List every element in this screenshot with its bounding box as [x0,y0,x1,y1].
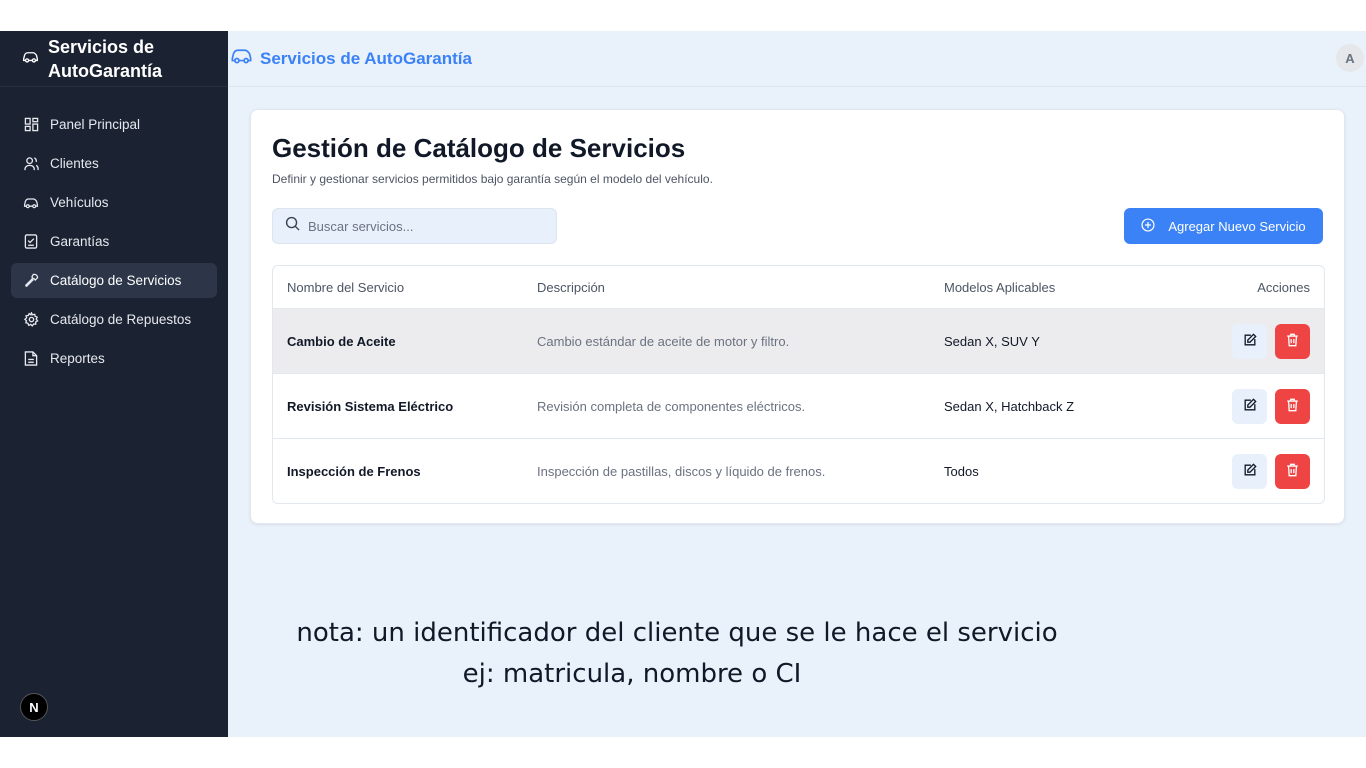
car-icon [22,194,40,212]
column-header-actions: Acciones [1257,279,1310,295]
brand: Servicios de AutoGarantía [0,31,228,87]
service-models: Sedan X, Hatchback Z [944,398,1075,414]
plus-circle-icon [1141,217,1168,235]
edit-button[interactable] [1232,454,1267,489]
note-line-1: nota: un identificador del cliente que s… [296,618,1058,648]
sidebar-item-clientes[interactable]: Clientes [11,146,217,181]
edit-icon [1243,463,1257,480]
service-catalog-card: Gestión de Catálogo de Servicios Definir… [250,109,1345,524]
column-header-name[interactable]: Nombre del Servicio [273,280,537,295]
dev-badge[interactable]: N [20,693,48,721]
dashboard-icon [22,116,40,134]
document-icon [22,350,40,368]
column-header-description[interactable]: Descripción [537,280,944,295]
edit-icon [1243,397,1257,415]
table-row[interactable]: Cambio de Aceite Cambio estándar de acei… [273,309,1324,374]
topbar: Servicios de AutoGarantía A [228,31,1366,87]
edit-button[interactable] [1232,323,1267,359]
column-header-models[interactable]: Modelos Aplicables [944,280,1144,295]
sidebar-item-label: Catálogo de Repuestos [50,312,192,327]
checklist-icon [22,233,40,251]
sidebar-item-vehiculos[interactable]: Vehículos [11,185,217,220]
edit-icon [1243,332,1257,350]
service-name: Revisión Sistema Eléctrico [287,398,454,414]
service-models: Sedan X, SUV Y [944,333,1040,349]
trash-icon [1286,333,1299,350]
sidebar-item-reportes[interactable]: Reportes [11,341,217,376]
edit-button[interactable] [1232,388,1267,424]
delete-button[interactable] [1275,454,1310,489]
sidebar-item-label: Reportes [50,351,105,366]
service-description: Revisión completa de componentes eléctri… [537,398,806,414]
service-name: Cambio de Aceite [287,333,396,349]
table-row[interactable]: Inspección de Frenos Inspección de pasti… [273,439,1324,503]
sidebar-item-label: Panel Principal [50,117,141,132]
page-title: Gestión de Catálogo de Servicios [272,133,686,163]
service-description: Cambio estándar de aceite de motor y fil… [537,333,790,349]
delete-button[interactable] [1275,388,1310,424]
sidebar: Servicios de AutoGarantía Panel Principa… [0,31,228,737]
search-box [272,208,557,244]
note-line-2: ej: matricula, nombre o CI [462,659,802,689]
services-table: Nombre del Servicio Descripción Modelos … [272,265,1325,504]
avatar[interactable]: A [1336,44,1364,72]
users-icon [22,155,40,173]
service-models: Todos [944,464,979,479]
topbar-title: Servicios de AutoGarantía [260,48,472,68]
search-input[interactable] [308,218,548,234]
table-header: Nombre del Servicio Descripción Modelos … [273,266,1324,309]
sidebar-item-garantias[interactable]: Garantías [11,224,217,259]
service-description: Inspección de pastillas, discos y líquid… [537,464,826,479]
row-actions [1144,388,1324,424]
sidebar-item-panel-principal[interactable]: Panel Principal [11,107,217,142]
sidebar-item-label: Clientes [50,156,99,171]
main-area: Servicios de AutoGarantía A Gestión de C… [228,31,1366,737]
add-service-label: Agregar Nuevo Servicio [1168,218,1306,234]
sidebar-item-label: Garantías [50,234,110,249]
sidebar-item-label: Catálogo de Servicios [50,273,182,288]
car-icon [230,48,253,69]
row-actions [1144,323,1324,359]
add-service-button[interactable]: Agregar Nuevo Servicio [1124,208,1323,244]
car-icon [22,50,39,68]
sidebar-item-label: Vehículos [50,195,109,210]
service-name: Inspección de Frenos [287,464,421,479]
trash-icon [1286,463,1299,480]
table-row[interactable]: Revisión Sistema Eléctrico Revisión comp… [273,374,1324,439]
search-icon [285,216,300,236]
sidebar-item-catalogo-repuestos[interactable]: Catálogo de Repuestos [11,302,217,337]
sidebar-nav: Panel Principal Clientes Vehículos Garan… [0,87,228,376]
wrench-icon [22,272,40,290]
trash-icon [1286,398,1299,415]
app-frame: Servicios de AutoGarantía Panel Principa… [0,31,1366,737]
brand-title: Servicios de AutoGarantía [48,36,163,81]
gear-icon [22,311,40,329]
annotation-note: nota: un identificador del cliente que s… [228,613,1366,695]
delete-button[interactable] [1275,323,1310,359]
sidebar-item-catalogo-servicios[interactable]: Catálogo de Servicios [11,263,217,298]
page-subtitle: Definir y gestionar servicios permitidos… [272,172,713,186]
row-actions [1144,454,1324,489]
